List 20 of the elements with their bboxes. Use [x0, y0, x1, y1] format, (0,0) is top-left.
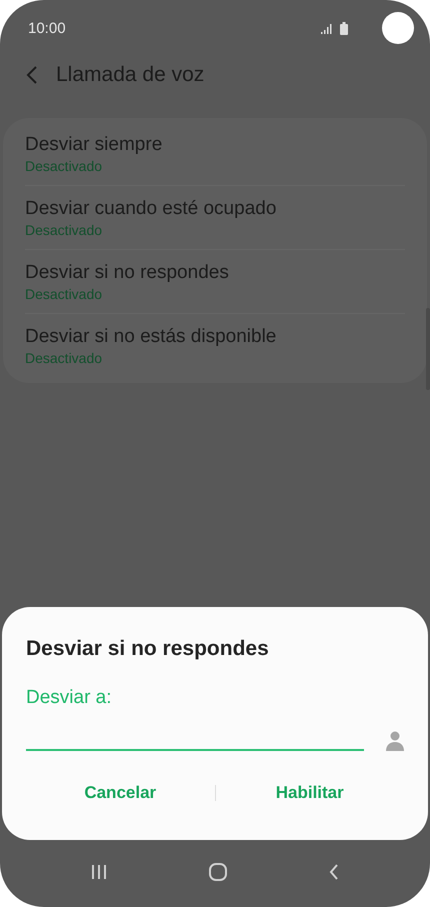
battery-icon	[340, 22, 348, 34]
setting-title[interactable]: Desviar si no estás disponible	[25, 326, 405, 348]
status-time: 10:00	[28, 20, 67, 36]
page-title: Llamada de voz	[56, 63, 204, 87]
cancel-button[interactable]: Cancelar	[26, 777, 214, 809]
signal-icon	[320, 22, 332, 34]
setting-title[interactable]: Desviar cuando esté ocupado	[25, 198, 405, 220]
setting-title[interactable]: Desviar siempre	[25, 134, 405, 156]
dialog-title: Desviar si no respondes	[26, 637, 270, 661]
recents-icon[interactable]	[91, 864, 107, 880]
setting-status: Desactivado	[25, 158, 104, 174]
field-label: Desviar a:	[26, 687, 113, 709]
setting-status: Desactivado	[25, 222, 104, 238]
home-icon[interactable]	[209, 863, 227, 881]
camera-hole	[382, 12, 414, 44]
back-icon[interactable]	[26, 66, 38, 84]
enable-button[interactable]: Habilitar	[216, 777, 404, 809]
setting-status: Desactivado	[25, 350, 104, 366]
setting-status: Desactivado	[25, 286, 104, 302]
setting-title[interactable]: Desviar si no respondes	[25, 262, 405, 284]
